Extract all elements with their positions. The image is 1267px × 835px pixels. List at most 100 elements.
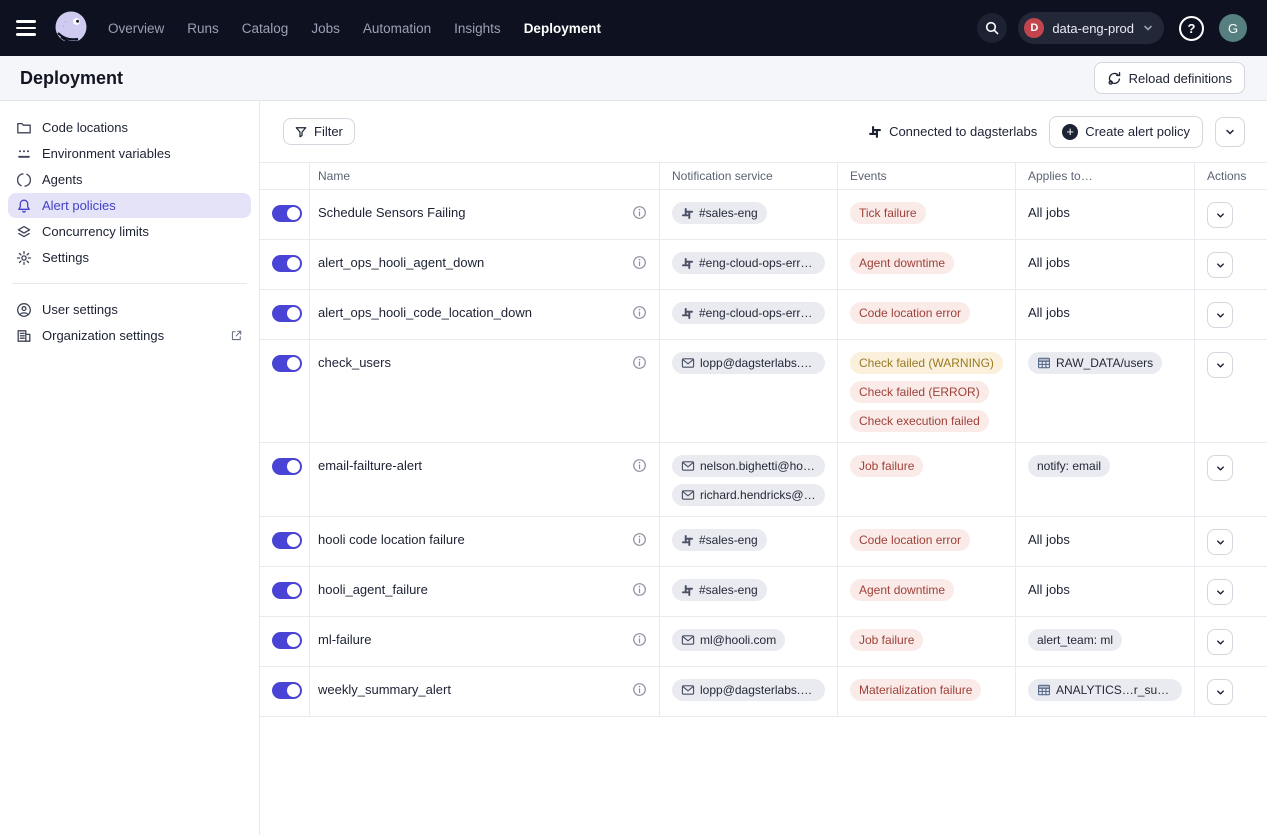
- alert-policy-row: hooli_agent_failure#sales-engAgent downt…: [260, 567, 1267, 617]
- info-icon[interactable]: [632, 532, 647, 547]
- event-badges: Agent downtime: [850, 252, 1003, 274]
- create-alert-policy-button[interactable]: + Create alert policy: [1049, 116, 1203, 148]
- nav-item-runs[interactable]: Runs: [187, 21, 219, 36]
- nav-item-catalog[interactable]: Catalog: [242, 21, 289, 36]
- applies-to-text: All jobs: [1028, 529, 1182, 551]
- alert-enabled-toggle[interactable]: [272, 532, 302, 549]
- row-actions-button[interactable]: [1207, 679, 1233, 705]
- actions-cell: [1195, 617, 1267, 666]
- reload-definitions-button[interactable]: Reload definitions: [1094, 62, 1245, 94]
- toggle-cell: [260, 517, 310, 566]
- alert-enabled-toggle[interactable]: [272, 682, 302, 699]
- notification-service-cell: #sales-eng: [660, 567, 838, 616]
- service-badges: #sales-eng: [672, 529, 825, 551]
- nav-item-deployment[interactable]: Deployment: [524, 21, 601, 36]
- sidebar-item-agents[interactable]: Agents: [8, 167, 251, 192]
- name-cell: Schedule Sensors Failing: [310, 190, 660, 239]
- info-icon[interactable]: [632, 255, 647, 270]
- bell-icon: [16, 198, 32, 214]
- info-icon[interactable]: [632, 682, 647, 697]
- applies-to-cell: All jobs: [1016, 567, 1195, 616]
- info-icon[interactable]: [632, 305, 647, 320]
- info-icon[interactable]: [632, 355, 647, 370]
- alert-enabled-toggle[interactable]: [272, 458, 302, 475]
- row-actions-button[interactable]: [1207, 455, 1233, 481]
- page-header: Deployment Reload definitions: [0, 56, 1267, 101]
- name-cell: weekly_summary_alert: [310, 667, 660, 716]
- sidebar-item-user-settings[interactable]: User settings: [8, 297, 251, 322]
- alert-enabled-toggle[interactable]: [272, 582, 302, 599]
- sidebar-item-settings[interactable]: Settings: [8, 245, 251, 270]
- more-options-button[interactable]: [1215, 117, 1245, 147]
- user-avatar[interactable]: G: [1219, 14, 1247, 42]
- toggle-cell: [260, 443, 310, 516]
- applies-to-cell: notify: email: [1016, 443, 1195, 516]
- filter-button[interactable]: Filter: [283, 118, 355, 145]
- slack-icon: [681, 207, 694, 220]
- notification-service-badge: #sales-eng: [672, 202, 767, 224]
- deployment-selector[interactable]: D data-eng-prod: [1018, 12, 1164, 44]
- toggle-knob: [287, 307, 300, 320]
- help-button[interactable]: ?: [1179, 16, 1204, 41]
- info-icon[interactable]: [632, 582, 647, 597]
- info-icon[interactable]: [632, 205, 647, 220]
- event-badge: Job failure: [850, 455, 923, 477]
- name-cell: alert_ops_hooli_code_location_down: [310, 290, 660, 339]
- applies-to-text: All jobs: [1028, 252, 1182, 274]
- applies-to-label: RAW_DATA/users: [1056, 356, 1153, 370]
- slack-icon: [868, 125, 882, 139]
- service-label: lopp@dagsterlabs.com: [700, 356, 816, 370]
- alert-enabled-toggle[interactable]: [272, 305, 302, 322]
- row-actions-button[interactable]: [1207, 529, 1233, 555]
- hamburger-menu-icon[interactable]: [16, 16, 40, 40]
- row-actions-button[interactable]: [1207, 352, 1233, 378]
- actions-cell: [1195, 190, 1267, 239]
- alert-enabled-toggle[interactable]: [272, 355, 302, 372]
- alert-enabled-toggle[interactable]: [272, 205, 302, 222]
- sidebar-item-label: Concurrency limits: [42, 224, 149, 239]
- sidebar-item-organization-settings[interactable]: Organization settings: [8, 323, 251, 348]
- nav-item-automation[interactable]: Automation: [363, 21, 431, 36]
- sidebar-item-alert-policies[interactable]: Alert policies: [8, 193, 251, 218]
- chevron-down-icon: [1215, 587, 1226, 598]
- nav-item-insights[interactable]: Insights: [454, 21, 501, 36]
- sidebar-item-environment-variables[interactable]: Environment variables: [8, 141, 251, 166]
- alert-enabled-toggle[interactable]: [272, 255, 302, 272]
- row-actions-button[interactable]: [1207, 629, 1233, 655]
- row-actions-button[interactable]: [1207, 579, 1233, 605]
- info-icon[interactable]: [632, 458, 647, 473]
- sidebar-item-label: User settings: [42, 302, 118, 317]
- nav-item-overview[interactable]: Overview: [108, 21, 164, 36]
- sidebar-item-concurrency-limits[interactable]: Concurrency limits: [8, 219, 251, 244]
- applies-to-cell: All jobs: [1016, 190, 1195, 239]
- info-icon[interactable]: [632, 632, 647, 647]
- chevron-down-icon: [1215, 687, 1226, 698]
- event-label: Tick failure: [859, 206, 917, 220]
- row-actions-button[interactable]: [1207, 302, 1233, 328]
- search-button[interactable]: [977, 13, 1007, 43]
- dagster-logo-icon[interactable]: [52, 9, 90, 47]
- notification-service-badge: #eng-cloud-ops-errors: [672, 302, 825, 324]
- external-link-icon: [230, 329, 243, 342]
- policy-name: hooli_agent_failure: [318, 579, 428, 601]
- header-applies-to: Applies to…: [1016, 163, 1195, 189]
- nav-item-jobs[interactable]: Jobs: [311, 21, 340, 36]
- sidebar-item-label: Agents: [42, 172, 82, 187]
- event-badges: Code location error: [850, 302, 1003, 324]
- applies-to-cell: All jobs: [1016, 517, 1195, 566]
- alert-enabled-toggle[interactable]: [272, 632, 302, 649]
- row-actions-button[interactable]: [1207, 202, 1233, 228]
- event-label: Agent downtime: [859, 256, 945, 270]
- alert-policy-row: email-failture-alertnelson.bighetti@hool…: [260, 443, 1267, 517]
- notification-service-badge: ml@hooli.com: [672, 629, 785, 651]
- toggle-knob: [287, 357, 300, 370]
- toggle-knob: [287, 584, 300, 597]
- notification-service-badge: nelson.bighetti@hooli.co…: [672, 455, 825, 477]
- row-actions-button[interactable]: [1207, 252, 1233, 278]
- toggle-knob: [287, 207, 300, 220]
- search-icon: [984, 20, 1000, 36]
- event-badge: Check execution failed: [850, 410, 989, 432]
- chevron-down-icon: [1215, 360, 1226, 371]
- sidebar-item-code-locations[interactable]: Code locations: [8, 115, 251, 140]
- alert-policy-row: hooli code location failure#sales-engCod…: [260, 517, 1267, 567]
